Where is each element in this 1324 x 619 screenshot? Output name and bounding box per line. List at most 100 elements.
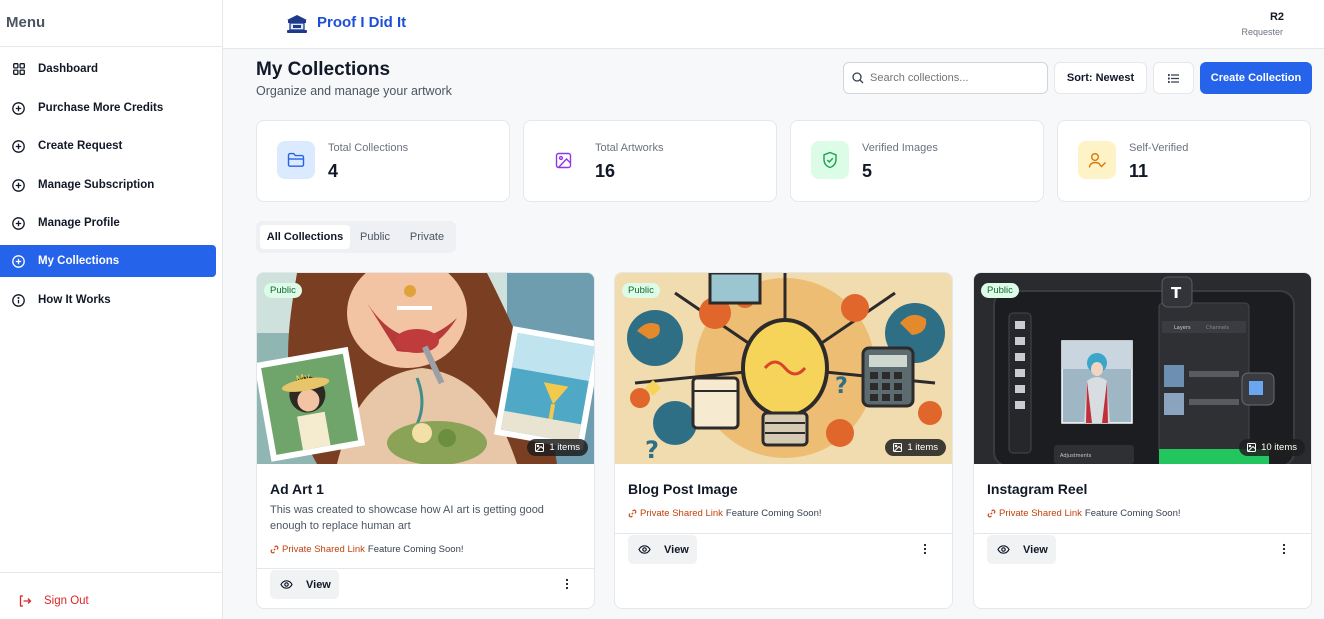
- more-options-icon[interactable]: [1279, 541, 1289, 557]
- link-icon: [270, 545, 279, 554]
- stat-label: Verified Images: [862, 142, 938, 154]
- view-label: View: [664, 543, 689, 556]
- sidebar-item-my-collections[interactable]: My Collections: [0, 245, 216, 277]
- collection-thumbnail[interactable]: T Adjustments Layers Channels Public 10 …: [974, 273, 1311, 464]
- stat-label: Total Artworks: [595, 142, 664, 154]
- info-icon: [12, 293, 25, 307]
- item-count-badge: 1 items: [527, 439, 588, 456]
- divider: [257, 568, 594, 569]
- grid-icon: [12, 63, 25, 76]
- folder-icon: [277, 141, 315, 179]
- sidebar-item-manage-subscription[interactable]: Manage Subscription: [0, 169, 216, 201]
- more-options-icon[interactable]: [920, 541, 930, 557]
- collection-filter-tabs: All Collections Public Private: [256, 221, 456, 253]
- plus-circle-icon: [12, 254, 25, 268]
- view-button[interactable]: View: [270, 570, 339, 599]
- log-out-icon: [18, 594, 32, 608]
- shield-check-icon: [811, 141, 849, 179]
- item-count: 1 items: [549, 442, 580, 453]
- top-bar: Proof I Did It R2 Requester: [223, 0, 1324, 49]
- sort-button[interactable]: Sort: Newest: [1054, 62, 1147, 94]
- view-button[interactable]: View: [987, 535, 1056, 564]
- sidebar-item-label: Manage Subscription: [38, 179, 155, 191]
- list-icon: [1168, 73, 1179, 83]
- image-icon: [535, 443, 545, 452]
- share-note: Feature Coming Soon!: [1084, 508, 1181, 519]
- item-count-badge: 10 items: [1239, 439, 1305, 456]
- sidebar-item-label: Manage Profile: [38, 217, 120, 229]
- tab-public[interactable]: Public: [352, 225, 398, 249]
- svg-text:T: T: [1171, 284, 1182, 302]
- collection-title[interactable]: Instagram Reel: [987, 481, 1087, 497]
- share-link-label: Private Shared Link: [282, 544, 365, 555]
- plus-circle-icon: [12, 216, 25, 230]
- private-share-link[interactable]: Private Shared Link: [270, 544, 365, 555]
- create-collection-button[interactable]: Create Collection: [1200, 62, 1312, 94]
- item-count-badge: 1 items: [885, 439, 946, 456]
- list-view-button[interactable]: [1153, 62, 1194, 94]
- eye-icon: [997, 543, 1010, 556]
- search-input[interactable]: [870, 72, 1040, 84]
- collection-card[interactable]: ? ? Public 1 items Blog Post Image Priva…: [614, 272, 953, 609]
- sidebar-item-label: Create Request: [38, 140, 123, 152]
- stat-value: 4: [328, 161, 339, 181]
- collection-title[interactable]: Ad Art 1: [270, 481, 324, 497]
- brand-name[interactable]: Proof I Did It: [317, 14, 406, 31]
- share-link-label: Private Shared Link: [999, 508, 1082, 519]
- visibility-badge: Public: [981, 283, 1019, 298]
- user-role: Requester: [1241, 27, 1283, 37]
- sidebar-item-dashboard[interactable]: Dashboard: [0, 53, 216, 85]
- svg-text:?: ?: [835, 374, 848, 399]
- sidebar-item-label: Purchase More Credits: [38, 102, 164, 114]
- item-count: 10 items: [1261, 442, 1297, 453]
- collection-card[interactable]: T Adjustments Layers Channels Public 10 …: [973, 272, 1312, 609]
- sidebar-item-label: Dashboard: [38, 63, 99, 75]
- user-name[interactable]: R2: [1270, 11, 1284, 23]
- stat-card-verified-images: Verified Images 5: [790, 120, 1044, 202]
- stat-value: 16: [595, 161, 616, 181]
- plus-circle-icon: [12, 139, 25, 153]
- image-icon: [544, 141, 582, 179]
- visibility-badge: Public: [264, 283, 302, 298]
- search-box[interactable]: [843, 62, 1048, 94]
- private-share-link[interactable]: Private Shared Link: [628, 508, 723, 519]
- plus-circle-icon: [12, 101, 25, 115]
- sign-out-label: Sign Out: [44, 595, 89, 607]
- collection-thumbnail[interactable]: My Public 1 items: [257, 273, 594, 464]
- eye-icon: [638, 543, 651, 556]
- image-icon: [893, 443, 903, 452]
- stat-value: 11: [1129, 161, 1149, 181]
- collection-card[interactable]: My Public 1 items Ad Art 1 This was crea…: [256, 272, 595, 609]
- private-share-link[interactable]: Private Shared Link: [987, 508, 1082, 519]
- more-options-icon[interactable]: [562, 576, 572, 592]
- stat-card-self-verified: Self-Verified 11: [1057, 120, 1311, 202]
- link-icon: [628, 509, 637, 518]
- collection-thumbnail[interactable]: ? ? Public 1 items: [615, 273, 952, 464]
- collection-description: This was created to showcase how AI art …: [270, 504, 544, 532]
- stat-label: Self-Verified: [1129, 142, 1189, 154]
- stat-card-total-artworks: Total Artworks 16: [523, 120, 777, 202]
- svg-text:?: ?: [645, 436, 659, 464]
- sidebar-item-label: My Collections: [38, 255, 120, 267]
- share-note: Feature Coming Soon!: [725, 508, 822, 519]
- sidebar-item-manage-profile[interactable]: Manage Profile: [0, 207, 216, 239]
- divider: [615, 533, 952, 534]
- tab-private[interactable]: Private: [402, 225, 452, 249]
- sidebar: Menu Dashboard Purchase More Credits Cre…: [0, 0, 223, 619]
- visibility-badge: Public: [622, 283, 660, 298]
- sign-out-button[interactable]: Sign Out: [18, 594, 89, 608]
- sidebar-item-create-request[interactable]: Create Request: [0, 130, 216, 162]
- sidebar-item-purchase-credits[interactable]: Purchase More Credits: [0, 92, 216, 124]
- brand-logo-icon[interactable]: [285, 13, 309, 35]
- share-note: Feature Coming Soon!: [367, 544, 464, 555]
- tab-all-collections[interactable]: All Collections: [260, 225, 350, 249]
- divider: [974, 533, 1311, 534]
- plus-circle-icon: [12, 178, 25, 192]
- menu-title: Menu: [0, 0, 222, 47]
- stat-card-total-collections: Total Collections 4: [256, 120, 510, 202]
- collection-title[interactable]: Blog Post Image: [628, 481, 738, 497]
- share-link-row: Private Shared Link Feature Coming Soon!: [628, 508, 822, 519]
- view-button[interactable]: View: [628, 535, 697, 564]
- sidebar-item-how-it-works[interactable]: How It Works: [0, 284, 216, 316]
- user-check-icon: [1078, 141, 1116, 179]
